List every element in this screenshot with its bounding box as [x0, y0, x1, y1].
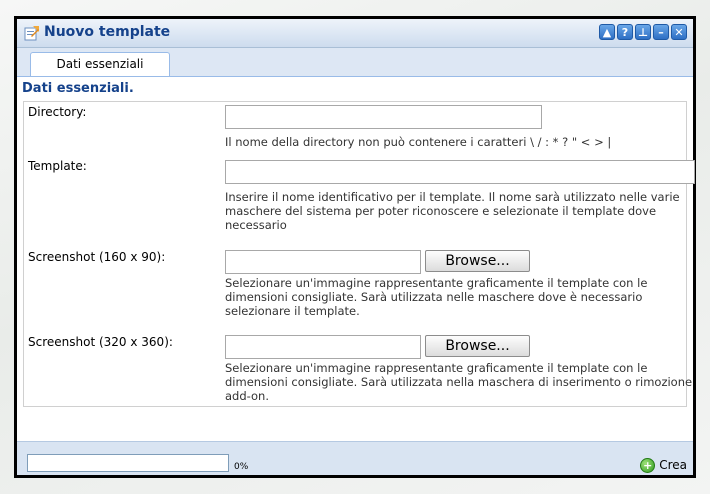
form-fieldset: Directory: Il nome della directory non p… — [23, 101, 695, 407]
crea-label: Crea — [659, 458, 687, 472]
template-hint: Inserire il nome identificativo per il t… — [225, 190, 680, 232]
progress-bar — [27, 454, 229, 472]
minimize-icon[interactable]: – — [653, 24, 669, 40]
pin-icon[interactable]: ⊥ — [635, 24, 651, 40]
add-icon: + — [640, 457, 656, 473]
window-tools: ▲ ? ⊥ – ✕ — [599, 24, 687, 42]
screenshot-large-hint: Selezionare un'immagine rappresentante g… — [225, 361, 693, 403]
crea-button[interactable]: + Crea — [640, 454, 687, 476]
screenshot-large-label: Screenshot (320 x 360): — [28, 335, 173, 349]
directory-label: Directory: — [28, 105, 87, 119]
directory-input[interactable] — [225, 105, 542, 129]
template-icon — [24, 26, 39, 41]
progress-text: 0% — [234, 462, 249, 472]
dialog-window: Nuovo template ▲ ? ⊥ – ✕ Dati essenziali… — [14, 16, 696, 478]
screenshot-large-browse-button[interactable]: Browse... — [425, 335, 530, 357]
screenshot-small-hint: Selezionare un'immagine rappresentante g… — [225, 276, 648, 318]
directory-hint: Il nome della directory non può contener… — [225, 135, 612, 149]
section-title: Dati essenziali. — [22, 81, 134, 96]
collapse-icon[interactable]: ▲ — [599, 24, 615, 40]
form-panel: Dati essenziali. Directory: Il nome dell… — [17, 77, 695, 441]
screenshot-small-browse-button[interactable]: Browse... — [425, 250, 530, 272]
help-icon[interactable]: ? — [617, 24, 633, 40]
template-label: Template: — [28, 159, 87, 173]
template-input[interactable] — [225, 160, 695, 184]
close-icon[interactable]: ✕ — [671, 24, 687, 40]
status-bar: 0% + Crea — [17, 441, 693, 475]
screenshot-small-file-input[interactable] — [225, 250, 421, 274]
screenshot-large-file-input[interactable] — [225, 335, 421, 359]
tab-strip: Dati essenziali — [17, 48, 693, 77]
title-bar[interactable]: Nuovo template ▲ ? ⊥ – ✕ — [17, 19, 693, 48]
tab-dati-essenziali[interactable]: Dati essenziali — [30, 52, 170, 76]
window-title: Nuovo template — [44, 24, 171, 40]
dialog-inner: Nuovo template ▲ ? ⊥ – ✕ Dati essenziali… — [17, 19, 695, 475]
screenshot-small-label: Screenshot (160 x 90): — [28, 250, 166, 264]
